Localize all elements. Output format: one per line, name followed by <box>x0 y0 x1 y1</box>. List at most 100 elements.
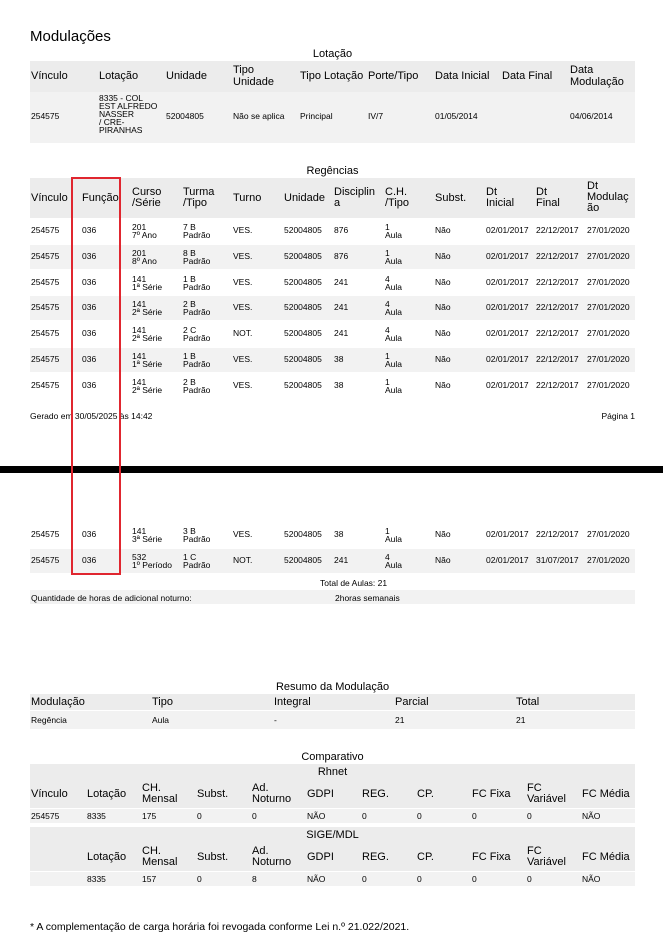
sige-cell-cp: 0 <box>417 874 422 884</box>
regencia-cell-dt-inicial: 02/01/2017 <box>486 277 529 287</box>
sige-cell-subst: 0 <box>197 874 202 884</box>
lotacao-col-tipo-unidade: Tipo Unidade <box>233 64 274 88</box>
regencia-cell-dt-inicial: 02/01/2017 <box>486 302 529 312</box>
regencia-cell-vinculo: 254575 <box>31 277 60 287</box>
regencia-cell-turno: VES. <box>233 251 253 261</box>
regencia-cell-ch-tipo: 4 Aula <box>385 552 403 570</box>
rhnet-title: Rhnet <box>317 766 348 778</box>
regencia-cell-ch-tipo: 1 Aula <box>385 526 403 544</box>
regencia-cell-dt-modulacao: 27/01/2020 <box>587 328 630 338</box>
sige-cell-gdpi: NÃO <box>307 874 326 884</box>
sige-title: SIGE/MDL <box>306 829 359 841</box>
lotacao-cell-vinculo: 254575 <box>31 111 60 121</box>
regencia-cell-vinculo: 254575 <box>31 328 60 338</box>
sige-cell-fc-variavel: 0 <box>527 874 532 884</box>
regencia-cell-subst: Não <box>435 251 451 261</box>
resumo-cell-parcial: 21 <box>395 715 405 725</box>
rhnet-col-fc-media: FC Média <box>582 788 630 800</box>
lotacao-col-vinculo: Vínculo <box>31 70 68 82</box>
lotacao-cell-unidade: 52004805 <box>166 111 204 121</box>
comparativo-section-title: Comparativo <box>301 751 364 763</box>
regencia-cell-dt-inicial: 02/01/2017 <box>486 251 529 261</box>
regencia-cell-ch-tipo: 4 Aula <box>385 325 403 343</box>
lotacao-col-data-modulacao: Data Modulação <box>570 64 624 88</box>
reg-col-unidade: Unidade <box>284 192 325 204</box>
regencia-cell-curso-serie: 532 1º Período <box>132 552 172 570</box>
lotacao-cell-tipo-unidade: Não se aplica <box>233 111 285 121</box>
regencia-cell-turma-tipo: 1 B Padrão <box>183 351 211 369</box>
lotacao-col-data-inicial: Data Inicial <box>435 70 490 82</box>
rhnet-cell-subst: 0 <box>197 811 202 821</box>
lotacao-cell-tipo-lotacao: Principal <box>300 111 333 121</box>
reg-col-dt-final: Dt Final <box>536 186 560 209</box>
regencia-cell-dt-inicial: 02/01/2017 <box>486 380 529 390</box>
resumo-header-row: Modulação Tipo Integral Parcial Total <box>30 694 635 710</box>
resumo-cell-integral: - <box>274 715 277 725</box>
rhnet-cell-fc-variavel: 0 <box>527 811 532 821</box>
rhnet-header-block: Rhnet Vínculo Lotação CH. Mensal Subst. Ad. … <box>30 764 635 808</box>
total-aulas: Total de Aulas: 21 <box>320 578 388 588</box>
sige-cell-fc-media: NÃO <box>582 874 601 884</box>
rhnet-col-cp: CP. <box>417 788 434 800</box>
regencia-cell-subst: Não <box>435 328 451 338</box>
reg-col-ch-tipo: C.H. /Tipo <box>385 186 410 209</box>
rhnet-cell-reg: 0 <box>362 811 367 821</box>
regencia-cell-disciplina: 38 <box>334 529 344 539</box>
regencia-cell-ch-tipo: 1 Aula <box>385 351 403 369</box>
sige-col-subst: Subst. <box>197 851 229 863</box>
regencia-cell-turma-tipo: 7 B Padrão <box>183 222 211 240</box>
regencias-section-title: Regências <box>306 165 359 177</box>
regencia-cell-turno: VES. <box>233 354 253 364</box>
reg-col-vinculo: Vínculo <box>31 192 68 204</box>
regencia-cell-turno: NOT. <box>233 555 253 565</box>
regencia-cell-turma-tipo: 2 B Padrão <box>183 377 211 395</box>
regencia-cell-unidade: 52004805 <box>284 328 322 338</box>
regencia-cell-subst: Não <box>435 555 451 565</box>
rhnet-cell-lotacao: 8335 <box>87 811 106 821</box>
rhnet-cell-ch-mensal: 175 <box>142 811 157 821</box>
resumo-col-total: Total <box>516 696 540 708</box>
lotacao-col-porte-tipo: Porte/Tipo <box>368 70 419 82</box>
reg-col-subst: Subst. <box>435 192 467 204</box>
regencia-cell-dt-inicial: 02/01/2017 <box>486 225 529 235</box>
sige-data-row: 8335 157 0 8 NÃO 0 0 0 0 NÃO <box>30 872 635 886</box>
regencia-cell-turma-tipo: 8 B Padrão <box>183 248 211 266</box>
revocation-note: * A complementação de carga horária foi … <box>30 921 410 933</box>
resumo-col-modulacao: Modulação <box>31 696 85 708</box>
regencia-cell-dt-inicial: 02/01/2017 <box>486 354 529 364</box>
resumo-col-parcial: Parcial <box>395 696 429 708</box>
resumo-section-title: Resumo da Modulação <box>275 681 390 693</box>
regencia-cell-dt-modulacao: 27/01/2020 <box>587 380 630 390</box>
regencia-cell-ch-tipo: 4 Aula <box>385 299 403 317</box>
regencia-cell-ch-tipo: 1 Aula <box>385 248 403 266</box>
regencia-cell-dt-modulacao: 27/01/2020 <box>587 354 630 364</box>
sige-cell-lotacao: 8335 <box>87 874 106 884</box>
regencia-cell-turma-tipo: 1 C Padrão <box>183 552 211 570</box>
regencia-cell-dt-final: 22/12/2017 <box>536 225 579 235</box>
regencia-cell-disciplina: 876 <box>334 225 349 235</box>
rhnet-col-fc-variavel: FC Variável <box>527 782 566 805</box>
regencia-cell-dt-final: 22/12/2017 <box>536 302 579 312</box>
sige-col-reg: REG. <box>362 851 389 863</box>
regencia-cell-curso-serie: 201 8º Ano <box>132 248 157 266</box>
rhnet-col-fc-fixa: FC Fixa <box>472 788 511 800</box>
rhnet-cell-ad-noturno: 0 <box>252 811 257 821</box>
funcao-column-highlight <box>71 177 121 575</box>
page-number: Página 1 <box>601 411 635 421</box>
regencia-cell-disciplina: 241 <box>334 302 349 312</box>
page-title: Modulações <box>30 28 111 45</box>
reg-col-disciplina: Disciplin a <box>334 186 375 209</box>
regencia-cell-dt-final: 31/07/2017 <box>536 555 579 565</box>
rhnet-data-row: 254575 8335 175 0 0 NÃO 0 0 0 0 NÃO <box>30 809 635 823</box>
regencia-cell-unidade: 52004805 <box>284 380 322 390</box>
regencia-cell-curso-serie: 141 2ª Série <box>132 299 163 317</box>
regencia-cell-dt-modulacao: 27/01/2020 <box>587 277 630 287</box>
lotacao-cell-data-inicial: 01/05/2014 <box>435 111 478 121</box>
regencia-cell-subst: Não <box>435 354 451 364</box>
rhnet-cell-cp: 0 <box>417 811 422 821</box>
regencia-cell-unidade: 52004805 <box>284 529 322 539</box>
rhnet-col-reg: REG. <box>362 788 389 800</box>
sige-col-ad-noturno: Ad. Noturno <box>252 845 292 868</box>
regencia-cell-turno: VES. <box>233 302 253 312</box>
regencia-cell-unidade: 52004805 <box>284 354 322 364</box>
